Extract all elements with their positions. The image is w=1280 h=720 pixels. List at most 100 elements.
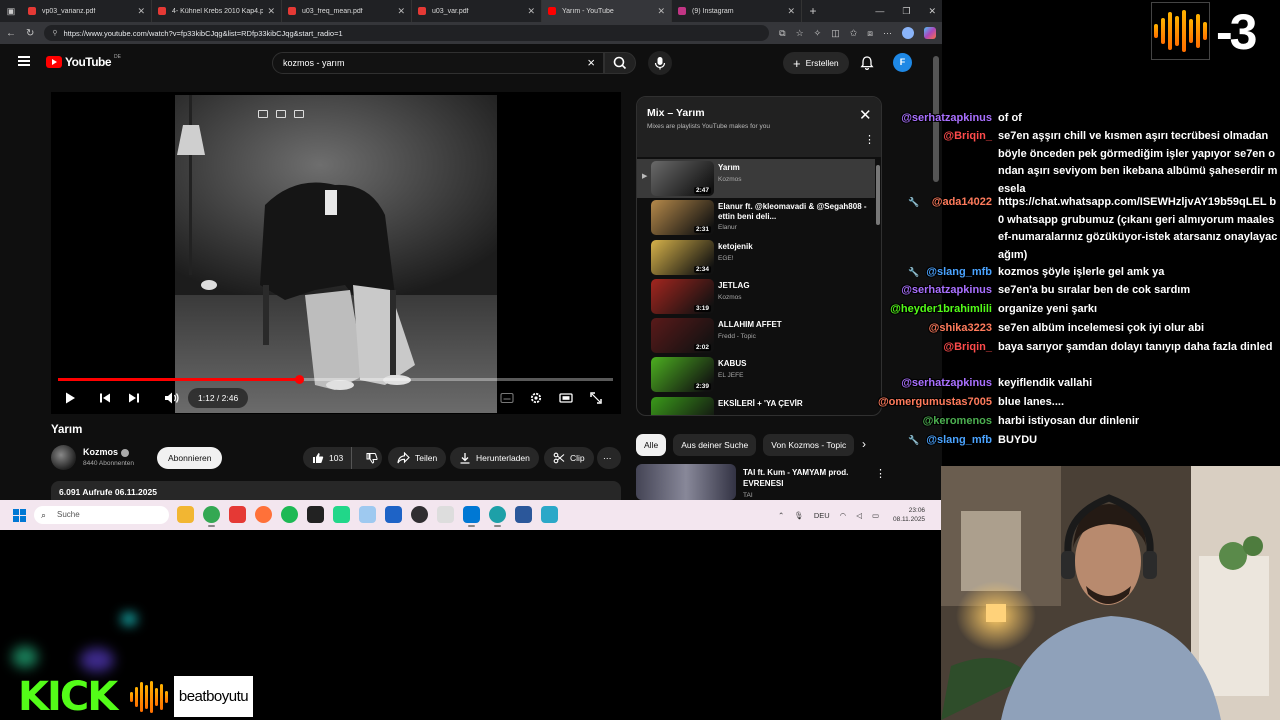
wifi-icon[interactable]: ◠ bbox=[840, 511, 847, 520]
favorites-icon[interactable]: ✩ bbox=[850, 28, 858, 39]
scrubber-handle[interactable] bbox=[294, 375, 304, 384]
subscribe-button[interactable]: Abonnieren bbox=[157, 447, 223, 469]
close-tab-icon[interactable]: ✕ bbox=[397, 6, 405, 17]
close-window-icon[interactable]: ✕ bbox=[928, 0, 936, 22]
queue-icon[interactable] bbox=[294, 110, 304, 118]
youtube-logo[interactable]: YouTube DE bbox=[46, 54, 121, 69]
dislike-button[interactable] bbox=[357, 447, 387, 469]
bookmark-star-icon[interactable]: ☆ bbox=[796, 28, 804, 39]
filter-chip[interactable]: Alle bbox=[636, 434, 667, 456]
mix-scrollbar[interactable] bbox=[875, 159, 881, 415]
more-vertical-icon[interactable]: ⋮ bbox=[875, 467, 886, 480]
clip-button[interactable]: Clip bbox=[544, 447, 594, 469]
mix-list-item[interactable]: ▶ 2:47 Yarım Kozmos bbox=[637, 159, 875, 199]
filter-chip[interactable]: Aus deiner Suche bbox=[673, 434, 757, 456]
search-button[interactable] bbox=[604, 52, 636, 74]
subtitles-button[interactable] bbox=[499, 388, 515, 408]
chat-username[interactable]: @serhatzapkinus bbox=[901, 282, 992, 300]
mix-list-item[interactable]: 3:19 JETLAG Kozmos bbox=[637, 277, 875, 316]
minimize-icon[interactable]: — bbox=[875, 0, 884, 22]
pycharm-icon[interactable] bbox=[333, 506, 350, 523]
download-button[interactable]: Herunterladen bbox=[450, 447, 539, 469]
fullscreen-button[interactable] bbox=[588, 388, 604, 408]
browser-tab[interactable]: u03_freq_mean.pdf ✕ bbox=[282, 0, 412, 22]
speaker-icon[interactable]: ◁ bbox=[856, 511, 862, 520]
chat-username[interactable]: @serhatzapkinus bbox=[901, 110, 992, 128]
mix-scrollbar-thumb[interactable] bbox=[876, 165, 880, 225]
chat-username[interactable]: @omergumustas7005 bbox=[878, 394, 992, 412]
chat-username[interactable]: @ada14022 bbox=[932, 194, 992, 212]
mix-item-thumbnail[interactable]: 2:47 bbox=[651, 161, 714, 196]
chat-username[interactable]: @serhatzapkinus bbox=[901, 375, 992, 393]
chevron-up-icon[interactable]: ⌃ bbox=[778, 511, 784, 520]
recommendation-thumbnail[interactable] bbox=[636, 464, 736, 500]
chat-username[interactable]: @slang_mfb bbox=[926, 432, 992, 450]
chrome-icon[interactable] bbox=[203, 506, 220, 527]
miniplayer-icon[interactable] bbox=[258, 110, 268, 118]
vscode-icon[interactable] bbox=[463, 506, 480, 527]
close-tab-icon[interactable]: ✕ bbox=[137, 6, 145, 17]
battery-icon[interactable]: ▭ bbox=[872, 511, 879, 520]
like-button[interactable]: 103 bbox=[303, 447, 353, 469]
mix-list-item[interactable]: 2:31 Elanur ft. @kleomavadi & @Segah808 -… bbox=[637, 198, 875, 237]
create-button[interactable]: + Erstellen bbox=[783, 52, 849, 74]
mix-item-thumbnail[interactable]: 2:02 bbox=[651, 318, 714, 354]
split-screen-icon[interactable]: ◫ bbox=[831, 28, 840, 39]
maximize-icon[interactable]: ❐ bbox=[902, 0, 910, 22]
address-bar[interactable]: ⚲ https://www.youtube.com/watch?v=fp33ki… bbox=[44, 25, 770, 41]
taskbar-clock[interactable]: 23:06 08.11.2025 bbox=[893, 506, 925, 524]
file-explorer-icon[interactable] bbox=[177, 506, 194, 523]
cast-icon[interactable] bbox=[276, 110, 286, 118]
description-box[interactable]: 6.091 Aufrufe 06.11.2025 bbox=[51, 481, 621, 500]
mix-list-item[interactable]: EKSİLERİ + 'YA ÇEVİR bbox=[637, 395, 875, 415]
channel-name[interactable]: Kozmos bbox=[83, 447, 130, 457]
share-button[interactable]: Teilen bbox=[388, 447, 447, 469]
windows-start-icon[interactable] bbox=[13, 509, 26, 522]
mix-item-thumbnail[interactable]: 2:31 bbox=[651, 200, 714, 236]
document-icon[interactable] bbox=[437, 506, 454, 523]
cloud-icon[interactable] bbox=[359, 506, 376, 523]
close-tab-icon[interactable]: ✕ bbox=[527, 6, 535, 17]
close-tab-icon[interactable]: ✕ bbox=[787, 6, 795, 17]
theater-mode-button[interactable] bbox=[558, 388, 574, 408]
next-button[interactable] bbox=[126, 388, 142, 408]
more-actions-button[interactable]: ⋯ bbox=[597, 447, 621, 469]
copilot-icon[interactable] bbox=[924, 27, 936, 39]
capcut-icon[interactable] bbox=[307, 506, 324, 523]
back-icon[interactable]: ← bbox=[6, 28, 16, 39]
spotify-icon[interactable] bbox=[281, 506, 298, 523]
mix-list-item[interactable]: 2:39 KABUS EL JEFE bbox=[637, 355, 875, 394]
browser-tab[interactable]: (9) Instagram ✕ bbox=[672, 0, 802, 22]
menu-icon[interactable] bbox=[18, 56, 30, 66]
more-menu-icon[interactable]: ⋯ bbox=[883, 28, 892, 39]
close-icon[interactable]: ✕ bbox=[859, 106, 872, 124]
collections-icon[interactable]: ⧈ bbox=[867, 28, 873, 39]
chat-username[interactable]: @shika3223 bbox=[929, 320, 992, 338]
firefox-icon[interactable] bbox=[255, 506, 272, 523]
chat-username[interactable]: @keromenos bbox=[923, 413, 992, 431]
profile-avatar-icon[interactable] bbox=[902, 27, 914, 39]
calculator-icon[interactable] bbox=[541, 506, 558, 523]
browser-tab[interactable]: vp03_varianz.pdf ✕ bbox=[22, 0, 152, 22]
taskbar-search[interactable]: ⌕ Suche bbox=[34, 506, 169, 524]
search-input[interactable]: kozmos - yarım × bbox=[272, 52, 604, 74]
obs-icon[interactable] bbox=[411, 506, 428, 523]
close-tab-icon[interactable]: ✕ bbox=[657, 6, 665, 17]
browser-tab[interactable]: 4- Kühnel Krebs 2010 Kap4.p ✕ bbox=[152, 0, 282, 22]
extensions-icon[interactable]: ✧ bbox=[814, 28, 822, 39]
shield-icon[interactable] bbox=[385, 506, 402, 523]
voice-search-button[interactable] bbox=[648, 51, 672, 75]
tab-actions-icon[interactable]: ▣ bbox=[0, 6, 22, 17]
previous-button[interactable] bbox=[97, 388, 113, 408]
channel-avatar[interactable] bbox=[51, 445, 76, 470]
mix-item-thumbnail[interactable]: 2:34 bbox=[651, 239, 714, 275]
mix-item-thumbnail[interactable]: 3:19 bbox=[651, 278, 714, 314]
progress-bar[interactable] bbox=[58, 375, 613, 384]
chat-username[interactable]: @Briqin_ bbox=[943, 128, 992, 146]
video-player[interactable] bbox=[51, 92, 621, 414]
edge-icon[interactable] bbox=[489, 506, 506, 527]
chat-username[interactable]: @slang_mfb bbox=[926, 264, 992, 282]
filter-chip[interactable]: Von Kozmos - Topic bbox=[763, 434, 855, 456]
microphone-icon[interactable]: 🎙︎ bbox=[794, 511, 804, 520]
account-avatar[interactable]: F bbox=[893, 53, 912, 72]
